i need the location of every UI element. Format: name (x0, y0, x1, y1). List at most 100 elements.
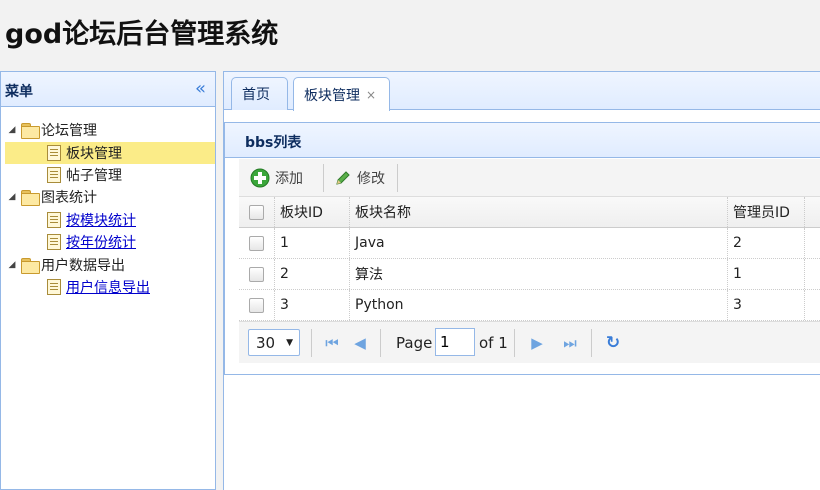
cell-board-name: Python (350, 290, 728, 320)
cell-board-id: 3 (275, 290, 350, 320)
user-info-export-link[interactable]: 用户信息导出 (66, 277, 150, 297)
select-all-checkbox[interactable] (249, 204, 264, 220)
panel-title: bbs列表 (245, 135, 302, 151)
main-content: 首页 板块管理 × bbs列表 添加 修改 板块ID 板块名称 管理员ID 1 … (223, 71, 820, 490)
tree-node-user-export[interactable]: ◢ 用户数据导出 (7, 254, 125, 276)
file-icon (47, 234, 61, 250)
row-checkbox[interactable] (249, 266, 264, 282)
refresh-icon[interactable]: ↻ (602, 332, 624, 354)
add-icon (250, 168, 270, 188)
menu-header: 菜单 « (1, 72, 215, 107)
cell-admin-id: 1 (728, 259, 805, 289)
pager-divider (514, 329, 515, 357)
cell-board-id: 1 (275, 228, 350, 258)
pencil-icon (336, 171, 350, 185)
edit-label: 修改 (357, 171, 385, 187)
tab-label: 首页 (242, 87, 270, 103)
dropdown-arrow-icon: ▼ (286, 338, 293, 348)
tree-node-label: 用户数据导出 (41, 258, 125, 274)
file-icon (47, 167, 61, 183)
by-module-link[interactable]: 按模块统计 (66, 210, 136, 230)
row-checkbox[interactable] (249, 235, 264, 251)
cell-admin-id: 2 (728, 228, 805, 258)
edit-button[interactable]: 修改 (329, 163, 390, 193)
add-button[interactable]: 添加 (245, 163, 308, 193)
row-check-cell (239, 259, 275, 289)
cell-text: Python (355, 297, 404, 313)
grid-header-row: 板块ID 板块名称 管理员ID (239, 197, 820, 228)
header-label: 板块名称 (355, 205, 411, 221)
toolbar-divider (323, 164, 324, 192)
page-size-select[interactable]: 30 ▼ (248, 329, 300, 356)
pagination-bar: 30 ▼ ⏮ ◀ Page of 1 ▶ ⏭ ↻ (239, 321, 820, 363)
bbs-list-panel: bbs列表 添加 修改 板块ID 板块名称 管理员ID 1 Java 2 2 算… (224, 122, 820, 375)
cell-text: 1 (733, 266, 742, 282)
tree-node-user-info-export[interactable]: 用户信息导出 (45, 276, 150, 298)
tree-node-label: 图表统计 (41, 190, 97, 206)
pager-divider (311, 329, 312, 357)
page-total-label: of 1 (479, 334, 508, 352)
table-row[interactable]: 1 Java 2 (239, 228, 820, 259)
header-label: 板块ID (280, 205, 323, 221)
cell-text: 1 (280, 235, 289, 251)
tree-node-by-module[interactable]: 按模块统计 (45, 209, 136, 231)
cell-text: 算法 (355, 267, 383, 283)
double-chevron-left-icon[interactable]: « (195, 78, 206, 99)
tab-home[interactable]: 首页 (231, 77, 288, 110)
folder-icon (21, 258, 40, 274)
header-label: 管理员ID (733, 205, 790, 221)
pager-divider (591, 329, 592, 357)
cell-text: 2 (280, 266, 289, 282)
table-row[interactable]: 3 Python 3 (239, 290, 820, 321)
menu-panel: 菜单 « ◢ 论坛管理 板块管理 帖子管理 ◢ 图表统计 按模块统计 按年份统计 (0, 71, 216, 490)
tab-board-mgmt[interactable]: 板块管理 × (293, 77, 390, 111)
tree-node-by-year[interactable]: 按年份统计 (45, 231, 136, 253)
close-icon[interactable]: × (366, 88, 376, 102)
prev-page-icon[interactable]: ◀ (349, 332, 371, 354)
cell-board-id: 2 (275, 259, 350, 289)
cell-text: 3 (733, 297, 742, 313)
cell-text: Java (355, 235, 385, 251)
last-page-icon[interactable]: ⏭ (559, 332, 581, 354)
tree-node-post-mgmt[interactable]: 帖子管理 (45, 164, 122, 186)
row-check-cell (239, 228, 275, 258)
column-header-board-id[interactable]: 板块ID (275, 197, 350, 227)
app-title: god论坛后台管理系统 (5, 19, 279, 50)
by-year-link[interactable]: 按年份统计 (66, 232, 136, 252)
tree-node-forum-mgmt[interactable]: ◢ 论坛管理 (7, 119, 97, 141)
file-icon (47, 145, 61, 161)
add-label: 添加 (275, 171, 303, 187)
tree-node-label: 板块管理 (66, 146, 122, 162)
cell-text: 3 (280, 297, 289, 313)
row-checkbox[interactable] (249, 297, 264, 313)
menu-title: 菜单 (5, 84, 33, 100)
expanded-triangle-icon[interactable]: ◢ (7, 125, 17, 135)
page-number-input[interactable] (435, 328, 475, 356)
folder-icon (21, 123, 40, 139)
table-row[interactable]: 2 算法 1 (239, 259, 820, 290)
next-page-icon[interactable]: ▶ (526, 332, 548, 354)
cell-board-name: 算法 (350, 259, 728, 289)
expanded-triangle-icon[interactable]: ◢ (7, 260, 17, 270)
page-label: Page (396, 334, 433, 352)
expanded-triangle-icon[interactable]: ◢ (7, 192, 17, 202)
file-icon (47, 212, 61, 228)
pager-divider (380, 329, 381, 357)
row-check-cell (239, 290, 275, 320)
first-page-icon[interactable]: ⏮ (321, 332, 343, 354)
column-header-admin-id[interactable]: 管理员ID (728, 197, 805, 227)
cell-board-name: Java (350, 228, 728, 258)
tab-label: 板块管理 (304, 87, 360, 104)
cell-text: 2 (733, 235, 742, 251)
tree-node-label: 帖子管理 (66, 168, 122, 184)
toolbar-divider (397, 164, 398, 192)
toolbar: 添加 修改 (239, 159, 820, 197)
file-icon (47, 279, 61, 295)
tab-bar: 首页 板块管理 × (224, 72, 820, 111)
tree-node-board-mgmt[interactable]: 板块管理 (5, 142, 215, 164)
column-header-board-name[interactable]: 板块名称 (350, 197, 728, 227)
folder-icon (21, 190, 40, 206)
tree-node-label: 论坛管理 (41, 123, 97, 139)
tree-node-chart-stats[interactable]: ◢ 图表统计 (7, 186, 97, 208)
page-size-value: 30 (256, 333, 276, 352)
